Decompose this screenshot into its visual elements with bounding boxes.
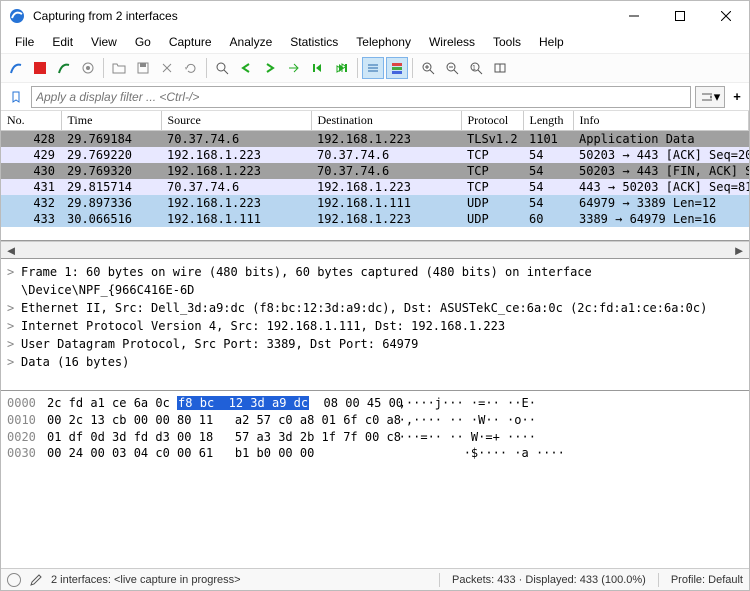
close-button[interactable] — [703, 1, 749, 31]
column-header[interactable]: Protocol — [461, 111, 523, 131]
table-row[interactable]: 42829.76918470.37.74.6192.168.1.223TLSv1… — [1, 131, 749, 148]
toolbar: 1 — [1, 53, 749, 83]
hex-line[interactable]: 002001 df 0d 3d fd d3 00 18 57 a3 3d 2b … — [7, 429, 743, 446]
table-row[interactable]: 43229.897336192.168.1.223192.168.1.111UD… — [1, 195, 749, 211]
status-text: 2 interfaces: <live capture in progress> — [51, 574, 241, 586]
menu-tools[interactable]: Tools — [485, 33, 529, 51]
go-to-packet-button[interactable] — [283, 57, 305, 79]
menu-statistics[interactable]: Statistics — [282, 33, 346, 51]
tree-item[interactable]: >User Datagram Protocol, Src Port: 3389,… — [7, 335, 743, 353]
menu-telephony[interactable]: Telephony — [348, 33, 419, 51]
hex-line[interactable]: 001000 2c 13 cb 00 00 80 11 a2 57 c0 a8 … — [7, 412, 743, 429]
menu-go[interactable]: Go — [127, 33, 159, 51]
table-row[interactable]: 42929.769220192.168.1.22370.37.74.6TCP54… — [1, 147, 749, 163]
packet-list-table[interactable]: No.TimeSourceDestinationProtocolLengthIn… — [1, 111, 749, 227]
column-header[interactable]: Source — [161, 111, 311, 131]
tree-item[interactable]: >Internet Protocol Version 4, Src: 192.1… — [7, 317, 743, 335]
column-header[interactable]: Length — [523, 111, 573, 131]
autoscroll-button[interactable] — [362, 57, 384, 79]
column-header[interactable]: Info — [573, 111, 749, 131]
minimize-button[interactable] — [611, 1, 657, 31]
first-packet-button[interactable] — [307, 57, 329, 79]
svg-text:1: 1 — [472, 65, 476, 72]
prev-packet-button[interactable] — [235, 57, 257, 79]
capture-options-button[interactable] — [77, 57, 99, 79]
zoom-out-button[interactable] — [441, 57, 463, 79]
hex-line[interactable]: 003000 24 00 03 04 c0 00 61 b1 b0 00 00 … — [7, 445, 743, 462]
tree-item[interactable]: >Data (16 bytes) — [7, 353, 743, 371]
last-packet-button[interactable] — [331, 57, 353, 79]
packet-bytes-pane[interactable]: 00002c fd a1 ce 6a 0c f8 bc 12 3d a9 dc … — [1, 391, 749, 568]
display-filter-input[interactable] — [31, 86, 691, 108]
menu-view[interactable]: View — [83, 33, 125, 51]
column-header[interactable]: Destination — [311, 111, 461, 131]
find-packet-button[interactable] — [211, 57, 233, 79]
expert-info-icon[interactable] — [7, 573, 21, 587]
hex-line[interactable]: 00002c fd a1 ce 6a 0c f8 bc 12 3d a9 dc … — [7, 395, 743, 412]
chevron-right-icon[interactable]: > — [7, 299, 17, 317]
menu-wireless[interactable]: Wireless — [421, 33, 483, 51]
packet-details-pane[interactable]: >Frame 1: 60 bytes on wire (480 bits), 6… — [1, 259, 749, 391]
maximize-button[interactable] — [657, 1, 703, 31]
zoom-in-button[interactable] — [417, 57, 439, 79]
profile-text[interactable]: Profile: Default — [671, 574, 743, 586]
menu-edit[interactable]: Edit — [44, 33, 81, 51]
menu-file[interactable]: File — [7, 33, 42, 51]
packet-count-text: Packets: 433 · Displayed: 433 (100.0%) — [452, 574, 646, 586]
next-packet-button[interactable] — [259, 57, 281, 79]
window-controls — [611, 1, 749, 31]
packet-list-pane[interactable]: No.TimeSourceDestinationProtocolLengthIn… — [1, 111, 749, 241]
open-file-button[interactable] — [108, 57, 130, 79]
window-title: Capturing from 2 interfaces — [33, 9, 611, 23]
app-icon — [9, 8, 25, 24]
restart-capture-button[interactable] — [53, 57, 75, 79]
colorize-button[interactable] — [386, 57, 408, 79]
close-file-button[interactable] — [156, 57, 178, 79]
table-row[interactable]: 43029.769320192.168.1.22370.37.74.6TCP54… — [1, 163, 749, 179]
horizontal-scrollbar[interactable]: ◄ ► — [1, 241, 749, 259]
menu-capture[interactable]: Capture — [161, 33, 220, 51]
titlebar: Capturing from 2 interfaces — [1, 1, 749, 31]
scroll-right-icon[interactable]: ► — [731, 243, 747, 257]
table-row[interactable]: 43330.066516192.168.1.111192.168.1.223UD… — [1, 211, 749, 227]
zoom-reset-button[interactable]: 1 — [465, 57, 487, 79]
stop-capture-button[interactable] — [29, 57, 51, 79]
bookmark-icon[interactable] — [5, 86, 27, 108]
filter-bar: ▾ + — [1, 83, 749, 111]
tree-item[interactable]: >Frame 1: 60 bytes on wire (480 bits), 6… — [7, 263, 743, 299]
table-row[interactable]: 43129.81571470.37.74.6192.168.1.223TCP54… — [1, 179, 749, 195]
start-capture-button[interactable] — [5, 57, 27, 79]
expression-button[interactable]: ▾ — [695, 86, 725, 108]
menubar: FileEditViewGoCaptureAnalyzeStatisticsTe… — [1, 31, 749, 53]
column-header[interactable]: Time — [61, 111, 161, 131]
add-filter-button[interactable]: + — [729, 86, 745, 108]
column-header[interactable]: No. — [1, 111, 61, 131]
save-file-button[interactable] — [132, 57, 154, 79]
edit-icon[interactable] — [29, 573, 43, 587]
menu-help[interactable]: Help — [531, 33, 572, 51]
chevron-right-icon[interactable]: > — [7, 317, 17, 335]
scroll-left-icon[interactable]: ◄ — [3, 243, 19, 257]
menu-analyze[interactable]: Analyze — [222, 33, 281, 51]
statusbar: 2 interfaces: <live capture in progress>… — [1, 568, 749, 590]
chevron-right-icon[interactable]: > — [7, 353, 17, 371]
chevron-right-icon[interactable]: > — [7, 335, 17, 353]
tree-item[interactable]: >Ethernet II, Src: Dell_3d:a9:dc (f8:bc:… — [7, 299, 743, 317]
resize-columns-button[interactable] — [489, 57, 511, 79]
reload-button[interactable] — [180, 57, 202, 79]
chevron-right-icon[interactable]: > — [7, 263, 17, 281]
